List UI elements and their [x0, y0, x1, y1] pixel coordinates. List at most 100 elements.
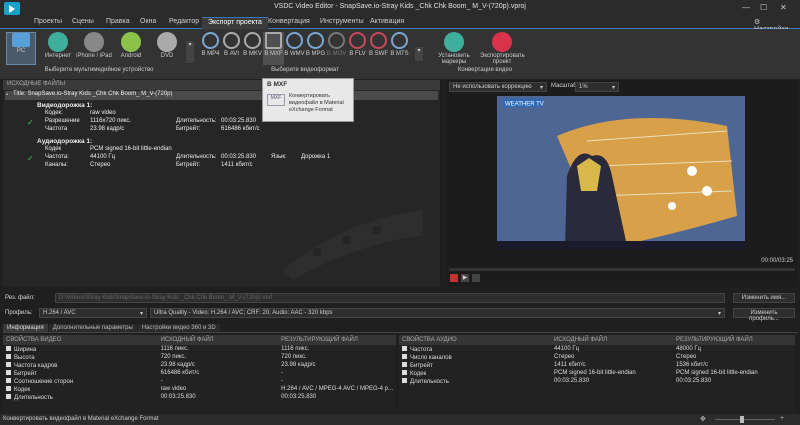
audio-prop-result: Стерео	[676, 354, 697, 360]
audio-prop-source: Стерео	[554, 354, 575, 360]
audio-prop-result: 1536 кбит/с	[676, 362, 708, 368]
devices-scroll-arrow-icon[interactable]: ▾	[186, 41, 194, 63]
formats-scroll-arrow-icon[interactable]: ▾	[415, 47, 423, 61]
video-resolution-value: 1116x720 пикс.	[90, 118, 132, 124]
format-wmv-label: В WMV	[284, 51, 305, 57]
profile-row: Профиль: H.264 / AVC ▾ Ultra Quality - Vi…	[3, 308, 798, 322]
menu-edit[interactable]: Правка	[100, 17, 136, 26]
ribbon: PC Интернет iPhone / iPad Android DVD ▾ …	[0, 29, 800, 79]
mov-icon	[328, 32, 345, 49]
codec-dropdown[interactable]: H.264 / AVC ▾	[39, 308, 147, 318]
video-prop-source: raw video	[160, 386, 187, 392]
zoom-slider-handle[interactable]	[740, 416, 744, 423]
mxf-icon: MXF	[267, 94, 285, 106]
format-avi-button[interactable]: В AVI	[221, 32, 242, 57]
video-framerate-label: Частота	[45, 126, 68, 132]
menu-editor[interactable]: Редактор	[163, 17, 205, 26]
video-track-info: Кодек: raw video Разрешение 1116x720 пикс.…	[45, 110, 425, 134]
format-mxf-button[interactable]: В MXF	[263, 32, 284, 65]
format-mts-button[interactable]: В MTS	[389, 32, 410, 57]
change-profile-button[interactable]: Изменить профиль...	[733, 308, 795, 322]
export-project-button[interactable]: Экспортировать проект	[480, 32, 525, 65]
video-prop-result: 23.98 кадр/с	[281, 362, 316, 368]
audio-duration-label: Длительность:	[176, 154, 217, 160]
apple-icon	[84, 32, 104, 52]
close-icon[interactable]: ✕	[780, 3, 787, 12]
output-file-path[interactable]: D:\Videos\Stray Kids\SnapSave.io-Stray K…	[55, 293, 725, 303]
device-internet-button[interactable]: Интернет	[42, 32, 74, 59]
set-markers-button[interactable]: Установить маркеры	[434, 32, 474, 65]
menu-activation[interactable]: Активация	[364, 17, 410, 26]
checkbox-icon	[6, 393, 11, 399]
video-prop-name: Соотношение сторон	[14, 378, 74, 385]
change-name-button[interactable]: Изменить имя...	[733, 293, 795, 303]
title-bar: VSDC Video Editor - SnapSave.io-Stray Ki…	[0, 0, 800, 16]
format-mov-label: В MOV	[326, 51, 347, 57]
device-android-button[interactable]: Android	[116, 32, 146, 59]
seek-bar[interactable]	[449, 268, 795, 271]
video-prop-source: -	[160, 378, 163, 384]
zoom-in-icon[interactable]: +	[780, 415, 784, 422]
video-frame: WEATHER TV	[497, 96, 745, 250]
audio-prop-name: Длительность	[410, 378, 449, 385]
minimize-icon[interactable]: —	[742, 3, 750, 12]
format-wmv-button[interactable]: В WMV	[284, 32, 305, 57]
audio-prop-name: Число каналов	[410, 354, 452, 361]
device-pc-label: PC	[16, 48, 26, 54]
formats-group-label: Выберите видеоформат	[271, 67, 339, 73]
device-dvd-label: DVD	[160, 53, 174, 59]
video-prop-name: Битрейт	[14, 370, 37, 377]
tab-360-3d[interactable]: Настройки видео 360 и 3D	[137, 324, 220, 332]
play-icon[interactable]: ▶	[461, 274, 469, 282]
maximize-icon[interactable]: ☐	[760, 3, 767, 12]
audio-track-check-icon[interactable]: ✓	[27, 154, 34, 163]
audio-prop-name: Кодек	[410, 370, 427, 377]
format-flv-label: В FLV	[349, 51, 366, 57]
flash-icon	[370, 32, 387, 49]
format-mkv-button[interactable]: В MKV	[242, 32, 263, 57]
video-track-label: Видеодорожка 1:	[37, 102, 93, 109]
format-swf-button[interactable]: В SWF	[368, 32, 389, 57]
video-prop-result: 1116 пикс.	[281, 346, 310, 352]
format-mkv-label: В MKV	[243, 51, 262, 57]
format-mov-button[interactable]: В MOV	[326, 32, 347, 57]
table-row: Кодек raw video H.264 / AVC / MPEG-4 AVC /…	[3, 385, 396, 393]
checkbox-icon	[402, 377, 407, 383]
zoom-dropdown[interactable]: 1% ▾	[575, 82, 619, 92]
menu-scenes[interactable]: Сцены	[66, 17, 100, 26]
video-track-check-icon[interactable]: ✓	[27, 118, 34, 127]
collapse-icon[interactable]: ▪	[6, 92, 8, 98]
table-row: Ширина 1116 пикс. 1116 пикс.	[3, 345, 396, 353]
camcorder-icon	[391, 32, 408, 49]
menu-projects[interactable]: Проекты	[28, 17, 68, 26]
menu-tools[interactable]: Инструменты	[314, 17, 370, 26]
video-props-header: СВОЙСТВА ВИДЕО	[3, 335, 158, 345]
menu-export-project[interactable]: Экспорт проекта	[202, 17, 268, 29]
status-bar: Конвертировать видеофайл в Material eXch…	[0, 414, 800, 425]
chevron-down-icon: ▾	[611, 85, 615, 91]
tab-information[interactable]: Информация	[3, 324, 48, 332]
format-mp4-button[interactable]: В MP4	[200, 32, 221, 57]
audio-prop-source: PCM signed 16-bit little-endian	[554, 370, 636, 376]
menu-conversion[interactable]: Конвертация	[262, 17, 316, 26]
format-flv-button[interactable]: В FLV	[347, 32, 368, 57]
format-mpg-button[interactable]: В MPG	[305, 32, 326, 57]
zoom-slider[interactable]	[715, 419, 775, 420]
profile-dropdown[interactable]: Ultra Quality - Video: H.264 / AVC; CRF:…	[150, 308, 725, 318]
device-dvd-button[interactable]: DVD	[153, 32, 181, 59]
audio-track-info: Кодек PCM signed 16-bit little-endian Час…	[45, 146, 425, 170]
source-files-header: ИСХОДНЫЕ ФАЙЛЫ	[3, 80, 440, 90]
stop-icon[interactable]	[450, 274, 458, 282]
tab-advanced[interactable]: Дополнительные параметры	[48, 324, 137, 332]
source-file-title[interactable]: Title: SnapSave.io-Stray Kids _Chk Chk B…	[5, 91, 438, 100]
format-avi-label: В AVI	[224, 51, 239, 57]
color-correction-dropdown[interactable]: Не использовать коррекцию ▾	[449, 82, 547, 92]
fullscreen-icon[interactable]	[472, 274, 480, 282]
menu-bar: Проекты Сцены Правка Окна Редактор Экспо…	[0, 16, 800, 33]
video-result-header: РЕЗУЛЬТИРУЮЩИЙ ФАЙЛ	[278, 335, 396, 345]
zoom-fit-icon[interactable]: ✥	[700, 415, 706, 423]
device-pc-button[interactable]: PC	[6, 32, 36, 65]
menu-windows[interactable]: Окна	[134, 17, 162, 26]
film-strip-watermark	[283, 210, 423, 280]
device-iphone-button[interactable]: iPhone / iPad	[76, 32, 112, 59]
